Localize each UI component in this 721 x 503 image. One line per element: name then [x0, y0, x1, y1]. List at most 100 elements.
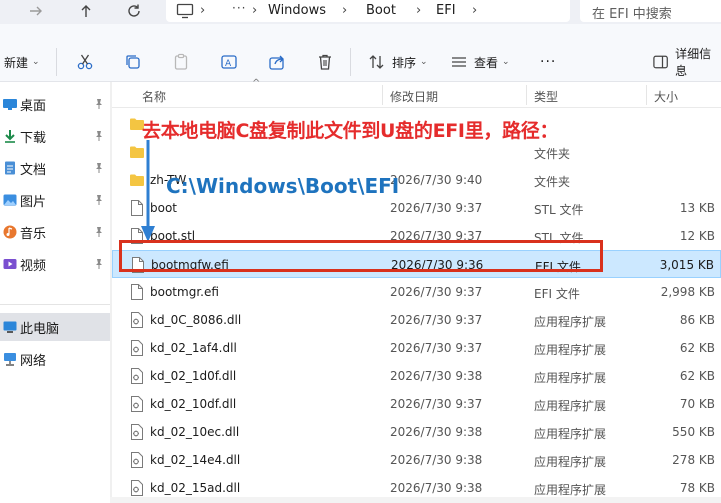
chevron-right-icon: › — [416, 3, 422, 18]
file-icon — [131, 284, 143, 300]
dll-file-icon — [131, 424, 143, 440]
table-row[interactable]: kd_02_10df.dll 2026/7/30 9:37 应用程序扩展 70 KB — [112, 390, 721, 418]
file-size: 78 KB — [679, 481, 715, 495]
file-size: 62 KB — [679, 369, 715, 383]
column-divider[interactable] — [382, 85, 383, 105]
sidebar-item-downloads[interactable]: 下载 — [0, 122, 110, 150]
table-row[interactable]: kd_0C_8086.dll 2026/7/30 9:37 应用程序扩展 86 KB — [112, 306, 721, 334]
cut-button[interactable] — [76, 51, 94, 73]
sidebar-item-documents[interactable]: 文档 — [0, 154, 110, 182]
annotation-path: C:\Windows\Boot\EFI — [166, 174, 400, 198]
file-type: 应用程序扩展 — [534, 399, 607, 413]
breadcrumb-efi[interactable]: EFI — [436, 3, 456, 18]
rename-button[interactable]: A — [220, 51, 238, 73]
details-pane-icon — [653, 55, 668, 69]
file-date: 2026/7/30 9:37 — [390, 313, 483, 327]
horizontal-scrollbar[interactable] — [110, 497, 721, 503]
breadcrumb-overflow[interactable]: ··· — [232, 1, 246, 15]
network-icon — [4, 353, 16, 366]
table-row[interactable]: kd_02_1d0f.dll 2026/7/30 9:38 应用程序扩展 62 KB — [112, 362, 721, 390]
trash-icon — [319, 54, 331, 70]
sidebar-item-label: 音乐 — [20, 226, 47, 242]
sidebar-item-label: 下载 — [20, 130, 47, 146]
sidebar-item-network[interactable]: 网络 — [0, 345, 110, 373]
file-type: 文件夹 — [534, 147, 571, 161]
table-row[interactable]: kd_02_1af4.dll 2026/7/30 9:37 应用程序扩展 62 KB — [112, 334, 721, 362]
sidebar-item-label: 网络 — [20, 353, 47, 369]
file-date: 2026/7/30 9:38 — [390, 425, 483, 439]
share-icon — [269, 55, 284, 70]
arrow-down-icon — [141, 140, 155, 242]
pin-icon — [96, 195, 102, 205]
file-type: 应用程序扩展 — [534, 483, 607, 497]
file-type: 应用程序扩展 — [534, 427, 607, 441]
up-button[interactable] — [74, 0, 98, 22]
more-options-button[interactable]: ··· — [540, 51, 556, 73]
refresh-button[interactable] — [122, 0, 146, 22]
share-button[interactable] — [268, 51, 286, 73]
column-divider[interactable] — [526, 85, 527, 105]
divider — [56, 48, 57, 76]
file-type: EFI 文件 — [534, 287, 580, 301]
column-divider[interactable] — [646, 85, 647, 105]
new-label: 新建 — [4, 55, 29, 70]
file-type: 应用程序扩展 — [534, 315, 607, 329]
search-box[interactable]: 在 EFI 中搜索 — [580, 0, 721, 22]
chevron-right-icon: › — [200, 3, 206, 18]
search-input[interactable]: 在 EFI 中搜索 — [592, 3, 672, 22]
file-size: 278 KB — [672, 453, 715, 467]
file-name: kd_02_15ad.dll — [150, 481, 241, 495]
file-name: kd_02_10ec.dll — [150, 425, 240, 439]
file-name: bootmgr.efi — [150, 285, 219, 299]
sidebar-item-videos[interactable]: 视频 — [0, 250, 110, 278]
table-row[interactable]: kd_02_14e4.dll 2026/7/30 9:38 应用程序扩展 278 KB — [112, 446, 721, 474]
dll-file-icon — [131, 396, 143, 412]
breadcrumb-boot[interactable]: Boot — [366, 3, 396, 18]
back-button[interactable] — [24, 0, 48, 22]
copy-button[interactable] — [124, 51, 142, 73]
table-row[interactable]: bootmgr.efi 2026/7/30 9:37 EFI 文件 2,998 KB — [112, 278, 721, 306]
chevron-right-icon: › — [472, 3, 478, 18]
monitor-icon — [176, 3, 194, 19]
breadcrumb-windows[interactable]: Windows — [268, 3, 326, 18]
sidebar-item-label: 文档 — [20, 162, 47, 178]
paste-button[interactable] — [172, 51, 190, 73]
column-type[interactable]: 类型 — [534, 88, 558, 105]
sidebar-item-this-pc[interactable]: 此电脑 — [0, 313, 110, 341]
annotation-instruction: 去本地电脑C盘复制此文件到U盘的EFI里，路径： — [142, 120, 559, 142]
music-icon — [3, 225, 17, 239]
pin-icon — [96, 99, 102, 109]
file-type: 应用程序扩展 — [534, 455, 607, 469]
divider — [0, 304, 110, 305]
table-row[interactable]: boot 2026/7/30 9:37 STL 文件 13 KB — [112, 194, 721, 222]
view-button[interactable]: 查看 ⌄ — [450, 51, 510, 73]
sidebar-item-label: 桌面 — [20, 98, 47, 114]
column-size[interactable]: 大小 — [654, 88, 678, 105]
command-bar: 新建 ⌄ A 排序 ⌄ 查看 ⌄ ··· 详细信息 — [0, 24, 721, 82]
dll-file-icon — [131, 368, 143, 384]
column-date[interactable]: 修改日期 — [390, 88, 438, 105]
sidebar-item-music[interactable]: 音乐 — [0, 218, 110, 246]
this-pc-icon — [3, 321, 17, 333]
pin-icon — [96, 163, 102, 173]
dll-file-icon — [131, 340, 143, 356]
sidebar-item-label: 视频 — [20, 258, 47, 274]
sort-button[interactable]: 排序 ⌄ — [368, 51, 428, 73]
file-date: 2026/7/30 9:37 — [390, 397, 483, 411]
delete-button[interactable] — [316, 51, 334, 73]
column-name[interactable]: 名称 — [142, 88, 166, 105]
sidebar-item-desktop[interactable]: 桌面 — [0, 90, 110, 118]
chevron-up-icon: ^ — [252, 78, 261, 89]
address-bar[interactable]: › ··· › Windows › Boot › EFI › — [166, 0, 570, 22]
table-row[interactable]: kd_02_10ec.dll 2026/7/30 9:38 应用程序扩展 550 KB — [112, 418, 721, 446]
sort-icon — [369, 55, 384, 69]
details-label: 详细信息 — [675, 47, 712, 78]
file-size: 550 KB — [672, 425, 715, 439]
details-pane-button[interactable]: 详细信息 — [652, 47, 721, 78]
new-button[interactable]: 新建 ⌄ — [4, 51, 40, 73]
sort-label: 排序 — [392, 55, 417, 70]
chevron-down-icon: ⌄ — [32, 57, 40, 67]
sidebar-item-pictures[interactable]: 图片 — [0, 186, 110, 214]
svg-text:A: A — [225, 59, 232, 69]
navigation-pane: 桌面 下载 文档 图片 音乐 视频 此电脑 网络 — [0, 82, 110, 503]
